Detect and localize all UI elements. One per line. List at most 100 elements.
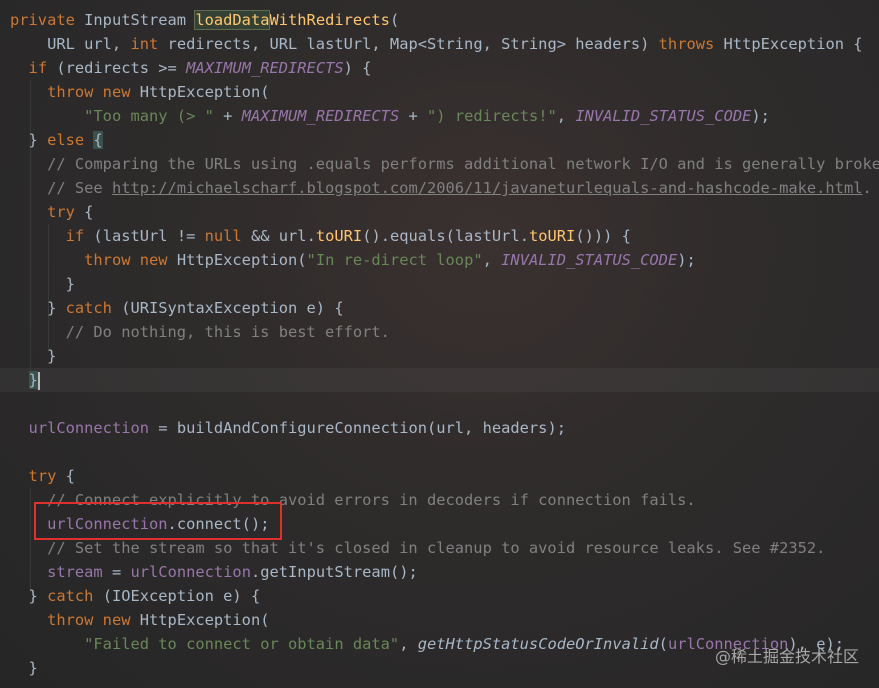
code-token: (IOException e) { (102, 587, 261, 605)
code-line[interactable]: try { (10, 464, 879, 488)
code-token: { (93, 131, 103, 149)
code-token: .getInputStream(); (250, 563, 418, 581)
code-token: + (399, 107, 428, 125)
code-text[interactable]: private InputStream loadDataWithRedirect… (10, 8, 879, 680)
code-token: "Too many (> " (84, 107, 224, 125)
code-token: int (130, 35, 168, 53)
code-token: ); (751, 107, 770, 125)
code-token: URL url, (10, 35, 131, 53)
code-line[interactable]: if (redirects >= MAXIMUM_REDIRECTS) { (10, 56, 879, 80)
code-token: } (10, 299, 66, 317)
code-token: // Comparing the URLs using .equals perf… (10, 155, 879, 173)
code-token: private (10, 11, 85, 29)
code-line[interactable]: // Do nothing, this is best effort. (10, 320, 879, 344)
code-token: , (556, 107, 576, 125)
code-line[interactable]: // Comparing the URLs using .equals perf… (10, 152, 879, 176)
code-token: throws (658, 35, 724, 53)
code-token: getHttpStatusCodeOrInvalid (417, 635, 659, 653)
code-line[interactable]: urlConnection = buildAndConfigureConnect… (10, 416, 879, 440)
code-token: HttpException( (139, 83, 270, 101)
code-line[interactable]: throw new HttpException("In re-direct lo… (10, 248, 879, 272)
code-line[interactable]: } (10, 344, 879, 368)
code-token: try (47, 203, 85, 221)
code-token: , (399, 635, 418, 653)
code-token: // Do nothing, this is best effort. (10, 323, 390, 341)
code-token: (lastUrl != (93, 227, 205, 245)
code-token: urlConnection (130, 563, 251, 581)
code-token: redirects, URL lastUrl, Map<String, Stri… (167, 35, 659, 53)
code-token: // Set the stream so that it's closed in… (10, 539, 826, 557)
code-token: HttpException( (176, 251, 307, 269)
code-line[interactable] (10, 392, 879, 416)
code-token: } (10, 275, 75, 293)
code-line[interactable]: stream = urlConnection.getInputStream(); (10, 560, 879, 584)
code-line[interactable]: throw new HttpException( (10, 608, 879, 632)
code-line[interactable]: // See http://michaelscharf.blogspot.com… (10, 176, 879, 200)
code-editor[interactable]: private InputStream loadDataWithRedirect… (0, 0, 879, 688)
code-line[interactable]: "Too many (> " + MAXIMUM_REDIRECTS + ") … (10, 104, 879, 128)
code-token: toURI (528, 227, 576, 245)
code-token: try (28, 467, 66, 485)
code-token: if (28, 59, 57, 77)
code-token: MAXIMUM_REDIRECTS (186, 59, 344, 77)
code-token: ); (677, 251, 696, 269)
code-token: MAXIMUM_REDIRECTS (241, 107, 400, 125)
code-line[interactable]: private InputStream loadDataWithRedirect… (10, 8, 879, 32)
code-token: stream (47, 563, 103, 581)
code-token: urlConnection (28, 419, 150, 437)
code-token: + (223, 107, 242, 125)
code-line[interactable]: } (10, 368, 879, 392)
code-token: } (10, 587, 48, 605)
code-token: , (482, 251, 502, 269)
code-token: ") redirects!" (427, 107, 557, 125)
code-token: else (47, 131, 94, 149)
code-token: throw new (47, 611, 140, 629)
code-token: } (28, 371, 38, 389)
watermark-text: @稀土掘金技术社区 (714, 647, 859, 666)
code-line[interactable]: URL url, int redirects, URL lastUrl, Map… (10, 32, 879, 56)
code-token: . (862, 179, 872, 197)
code-token: if (65, 227, 94, 245)
code-line[interactable]: } else { (10, 128, 879, 152)
code-token: INVALID_STATUS_CODE (501, 251, 678, 269)
code-line[interactable]: try { (10, 200, 879, 224)
code-token: ( (389, 11, 400, 29)
code-token: INVALID_STATUS_CODE (575, 107, 752, 125)
code-token: http://michaelscharf.blogspot.com/2006/1… (111, 179, 863, 197)
code-token: = (102, 563, 131, 581)
text-caret (37, 371, 40, 390)
code-token: loadData (194, 10, 271, 30)
code-token: WithRedirects (269, 11, 390, 29)
code-token: && url. (250, 227, 316, 245)
code-line[interactable]: } catch (IOException e) { (10, 584, 879, 608)
code-token: ( (658, 635, 668, 653)
code-token: toURI (315, 227, 363, 245)
code-token: (URISyntaxException e) { (121, 299, 344, 317)
code-token: throw new (47, 83, 140, 101)
code-token: ())) { (575, 227, 631, 245)
code-line[interactable]: } catch (URISyntaxException e) { (10, 296, 879, 320)
code-token: HttpException( (139, 611, 270, 629)
annotation-highlight-box (34, 502, 282, 540)
code-token: InputStream (84, 11, 196, 29)
code-line[interactable]: if (lastUrl != null && url.toURI().equal… (10, 224, 879, 248)
code-token: throw new (84, 251, 177, 269)
code-line[interactable] (10, 440, 879, 464)
code-token: } (10, 131, 48, 149)
code-token: HttpException { (723, 35, 863, 53)
code-token: catch (47, 587, 103, 605)
code-token: catch (65, 299, 122, 317)
code-line[interactable]: throw new HttpException( (10, 80, 879, 104)
code-line[interactable]: } (10, 272, 879, 296)
